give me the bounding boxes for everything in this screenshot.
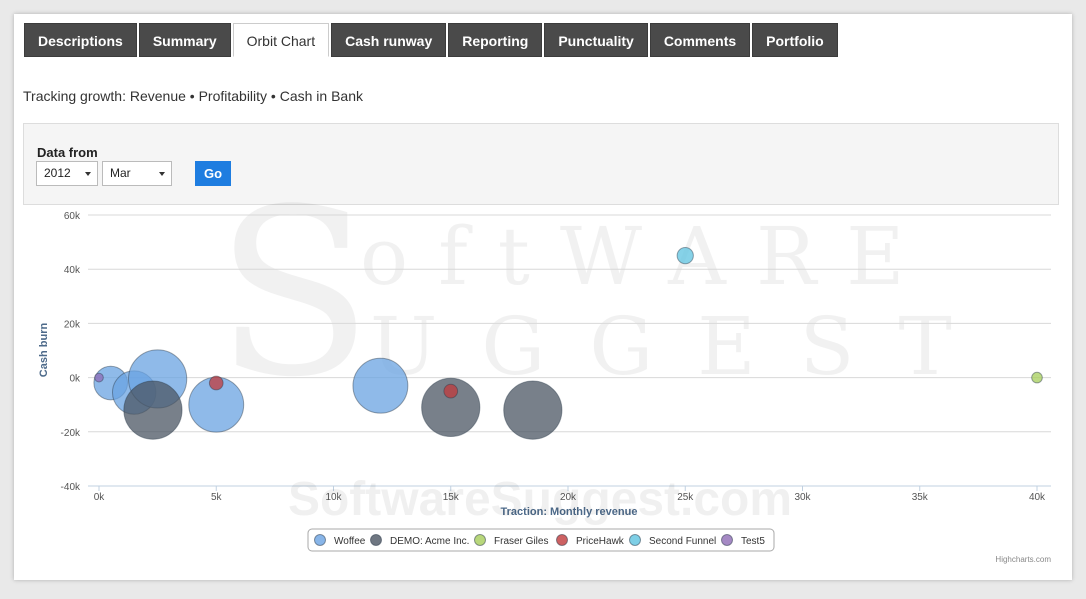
legend-item[interactable]: Woffee	[314, 534, 366, 548]
watermark-text: SoftwareSuggest.com	[288, 473, 792, 526]
legend-label: PriceHawk	[576, 536, 625, 547]
bubble-woffee[interactable]	[352, 357, 409, 414]
y-tick-label: 20k	[64, 319, 81, 330]
legend-marker	[721, 534, 733, 546]
x-tick-label: 0k	[94, 492, 106, 503]
bubble-second-funnel[interactable]	[676, 247, 694, 265]
legend-marker	[556, 534, 568, 546]
legend-marker	[314, 534, 326, 546]
x-tick-label: 30k	[794, 492, 811, 503]
x-tick-label: 5k	[211, 492, 223, 503]
bubble-pricehawk[interactable]	[443, 383, 459, 399]
y-tick-label: 0k	[69, 374, 81, 385]
highcharts-credit: Highcharts.com	[995, 555, 1051, 564]
bubble-demo-acme-inc-[interactable]	[123, 380, 183, 440]
legend-label: Second Funnel	[649, 536, 716, 547]
legend-label: Fraser Giles	[494, 536, 548, 547]
legend-item[interactable]: Test5	[721, 534, 766, 548]
y-axis-title: Cash burn	[38, 323, 50, 378]
legend-label: DEMO: Acme Inc.	[390, 536, 469, 547]
legend-marker	[474, 534, 486, 546]
bubble-test5[interactable]	[94, 372, 104, 383]
y-tick-label: -20k	[61, 428, 81, 439]
legend-label: Woffee	[334, 536, 366, 547]
legend-marker	[629, 534, 641, 546]
y-tick-label: 40k	[64, 265, 81, 276]
y-tick-label: 60k	[64, 211, 81, 222]
legend-label: Test5	[741, 536, 765, 547]
x-tick-label: 35k	[912, 492, 929, 503]
x-tick-label: 40k	[1029, 492, 1046, 503]
orbit-chart: 60k40k20k0k-20k-40k0k 5k 10k 15k 20k 25k 30k 35…	[38, 211, 1051, 564]
bubble-demo-acme-inc-[interactable]	[503, 380, 563, 440]
legend-marker	[370, 534, 382, 546]
y-tick-label: -40k	[61, 482, 81, 493]
bubble-fraser-giles[interactable]	[1031, 371, 1043, 384]
bubble-pricehawk[interactable]	[208, 375, 224, 391]
